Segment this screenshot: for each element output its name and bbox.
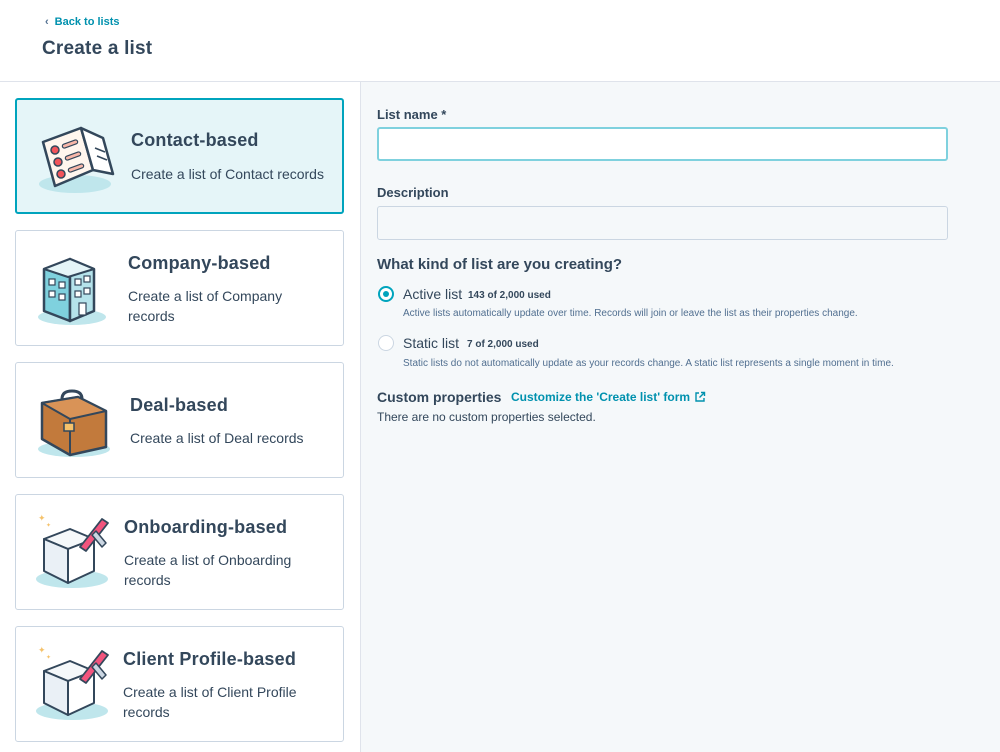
page-title: Create a list — [42, 38, 153, 59]
card-description: Create a list of Deal records — [130, 430, 304, 446]
card-description: Create a list of Client Profile records — [123, 684, 297, 720]
list-type-card-client-profile[interactable]: ✦ ✦ Client Profile-based Create a list o… — [15, 626, 344, 742]
list-type-card-company[interactable]: Company-based Create a list of Company r… — [15, 230, 344, 346]
card-description: Create a list of Onboarding records — [124, 552, 292, 588]
list-name-input[interactable] — [377, 127, 948, 161]
list-kind-heading: What kind of list are you creating? — [377, 256, 623, 273]
list-type-card-contact[interactable]: Contact-based Create a list of Contact r… — [15, 98, 344, 214]
card-description: Create a list of Contact records — [131, 166, 324, 182]
static-list-help: Static lists do not automatically update… — [403, 358, 894, 369]
card-title: Client Profile-based — [123, 649, 297, 669]
active-list-label: Active list — [403, 286, 463, 302]
card-description: Create a list of Company records — [128, 288, 283, 324]
svg-text:✦: ✦ — [46, 522, 51, 529]
briefcase-icon — [38, 389, 110, 457]
back-to-lists-link[interactable]: ‹ Back to lists — [45, 16, 119, 28]
svg-text:✦: ✦ — [38, 514, 46, 524]
back-link-label: Back to lists — [54, 16, 120, 28]
custom-properties-label: Custom properties — [377, 389, 502, 405]
external-link-icon — [695, 391, 706, 402]
svg-text:✦: ✦ — [46, 654, 51, 661]
active-list-help: Active lists automatically update over t… — [403, 308, 858, 319]
custom-object-cube-icon: ✦ ✦ — [36, 514, 109, 588]
list-name-label: List name * — [377, 107, 447, 122]
page-header: ‹ Back to lists Create a list — [0, 0, 1000, 82]
static-list-label: Static list — [403, 335, 460, 351]
list-type-card-deal[interactable]: Deal-based Create a list of Deal records — [15, 362, 344, 478]
list-type-card-onboarding[interactable]: ✦ ✦ Onboarding-based Create a list of On… — [15, 494, 344, 610]
custom-object-cube-icon: ✦ ✦ — [36, 646, 109, 720]
static-list-usage: 7 of 2,000 used — [467, 339, 539, 350]
list-type-panel: Contact-based Create a list of Contact r… — [0, 82, 361, 752]
customize-form-link[interactable]: Customize the 'Create list' form — [511, 390, 706, 404]
static-list-radio[interactable] — [378, 335, 394, 351]
contacts-card-icon — [39, 126, 115, 193]
description-label: Description — [377, 185, 449, 200]
active-list-usage: 143 of 2,000 used — [468, 290, 551, 301]
card-title: Company-based — [128, 253, 271, 273]
customize-form-link-label: Customize the 'Create list' form — [511, 390, 691, 404]
card-title: Onboarding-based — [124, 517, 288, 537]
svg-text:✦: ✦ — [38, 646, 46, 656]
card-title: Deal-based — [130, 395, 229, 415]
building-icon — [38, 257, 106, 325]
description-input[interactable] — [377, 206, 948, 240]
active-list-radio[interactable] — [378, 286, 394, 302]
no-custom-properties-text: There are no custom properties selected. — [377, 410, 596, 424]
chevron-left-icon: ‹ — [45, 16, 49, 28]
card-title: Contact-based — [131, 130, 259, 150]
